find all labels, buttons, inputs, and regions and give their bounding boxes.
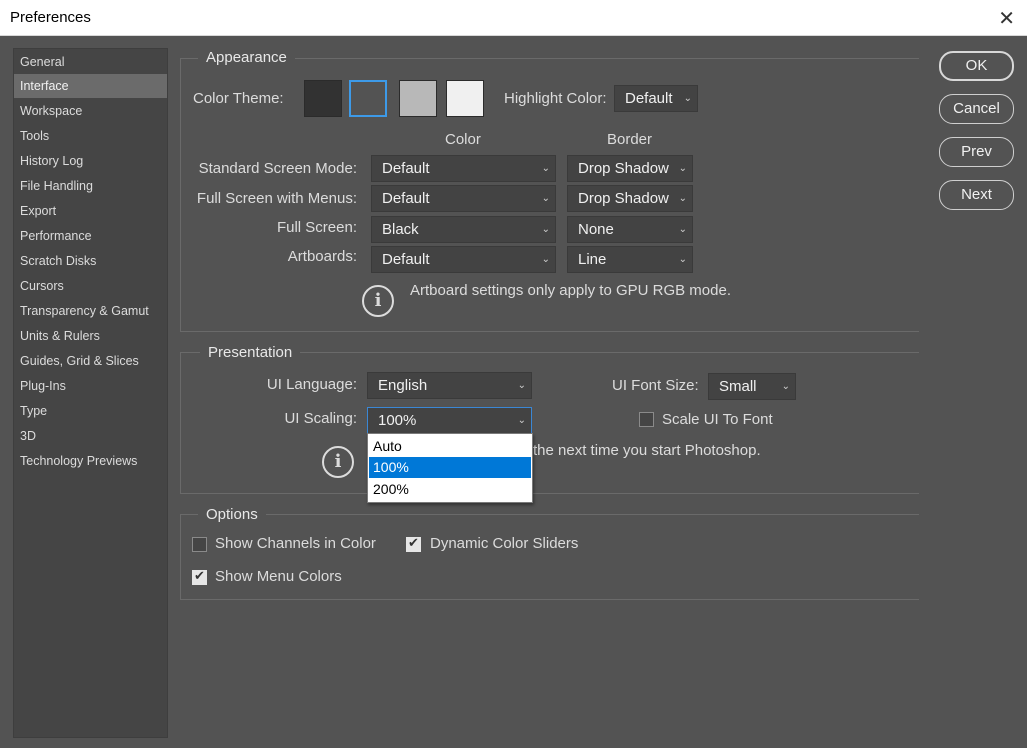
full-screen-menus-color-select[interactable]: Default ⌄ [371,185,556,212]
sidebar-item-export[interactable]: Export [14,199,167,223]
sidebar-item-plug-ins[interactable]: Plug-Ins [14,374,167,398]
scale-ui-to-font-label: Scale UI To Font [662,411,773,428]
sidebar-item-transparency-gamut[interactable]: Transparency & Gamut [14,299,167,323]
close-icon[interactable]: ✕ [998,6,1015,30]
artboards-border-value: Line [578,251,607,268]
standard-screen-color-select[interactable]: Default ⌄ [371,155,556,182]
sidebar-item-technology-previews[interactable]: Technology Previews [14,449,167,473]
ui-language-label: UI Language: [266,376,357,393]
theme-swatch-dark[interactable] [349,80,387,117]
chevron-down-icon: ⌄ [541,254,550,265]
sidebar-item-performance[interactable]: Performance [14,224,167,248]
ui-font-size-select[interactable]: Small ⌄ [708,373,796,400]
border-column-header: Border [607,131,653,148]
ui-scaling-label: UI Scaling: [284,410,357,427]
chevron-down-icon: ⌄ [541,193,550,204]
sidebar-item-guides-grid-slices[interactable]: Guides, Grid & Slices [14,349,167,373]
appearance-title: Appearance [198,49,295,66]
artboards-color-select[interactable]: Default ⌄ [371,246,556,273]
ui-font-size-label: UI Font Size: [612,377,699,394]
ui-scaling-select[interactable]: 100% ⌄ [367,407,532,434]
full-screen-menus-border-value: Drop Shadow [578,190,669,207]
chevron-down-icon: ⌄ [541,224,550,235]
theme-swatch-medium[interactable] [399,80,437,117]
artboard-info-text: Artboard settings only apply to GPU RGB … [410,282,731,299]
theme-swatch-darkest[interactable] [304,80,342,117]
chevron-down-icon: ⌄ [517,380,526,391]
presentation-info-text: the next time you start Photoshop. [533,442,761,459]
chevron-down-icon: ⌄ [683,93,692,104]
chevron-down-icon: ⌄ [678,193,687,204]
ui-scaling-value: 100% [378,412,417,429]
full-screen-color-select[interactable]: Black ⌄ [371,216,556,243]
ui-language-value: English [378,377,428,394]
sidebar-item-interface[interactable]: Interface [14,74,167,98]
full-screen-border-select[interactable]: None ⌄ [567,216,693,243]
chevron-down-icon: ⌄ [781,381,790,392]
artboards-label: Artboards: [287,248,357,265]
ui-font-size-value: Small [719,378,757,395]
show-menu-colors-checkbox[interactable] [192,569,207,585]
chevron-down-icon: ⌄ [678,224,687,235]
ui-scaling-option-100[interactable]: 100% [369,457,531,478]
options-title: Options [198,506,266,523]
sidebar-item-scratch-disks[interactable]: Scratch Disks [14,249,167,273]
full-screen-menus-border-select[interactable]: Drop Shadow ⌄ [567,185,693,212]
full-screen-menus-color-value: Default [382,190,430,207]
highlight-color-label: Highlight Color: [504,90,607,107]
sidebar-item-3d[interactable]: 3D [14,424,167,448]
ui-scaling-option-auto[interactable]: Auto [369,436,531,457]
chevron-down-icon: ⌄ [678,163,687,174]
chevron-down-icon: ⌄ [541,163,550,174]
dynamic-sliders-label: Dynamic Color Sliders [430,535,579,552]
ui-language-select[interactable]: English ⌄ [367,372,532,399]
sidebar-item-tools[interactable]: Tools [14,124,167,148]
full-screen-color-value: Black [382,221,419,238]
full-screen-label: Full Screen: [276,219,357,236]
title-bar: Preferences ✕ [0,0,1027,36]
options-group [180,514,919,600]
full-screen-menus-label: Full Screen with Menus: [196,190,357,207]
standard-screen-color-value: Default [382,160,430,177]
full-screen-border-value: None [578,221,614,238]
sidebar-item-file-handling[interactable]: File Handling [14,174,167,198]
window-title: Preferences [10,9,91,26]
cancel-button[interactable]: Cancel [939,94,1014,124]
sidebar: General Interface Workspace Tools Histor… [13,48,168,738]
sidebar-item-type[interactable]: Type [14,399,167,423]
show-channels-checkbox[interactable] [192,537,207,552]
sidebar-item-cursors[interactable]: Cursors [14,274,167,298]
sidebar-item-workspace[interactable]: Workspace [14,99,167,123]
info-icon: i [362,285,394,317]
theme-swatch-light[interactable] [446,80,484,117]
prev-button[interactable]: Prev [939,137,1014,167]
dynamic-sliders-checkbox[interactable] [406,536,421,552]
sidebar-item-history-log[interactable]: History Log [14,149,167,173]
ok-button[interactable]: OK [939,51,1014,81]
highlight-color-select[interactable]: Default ⌄ [614,85,698,112]
ui-scaling-option-200[interactable]: 200% [369,479,531,500]
sidebar-item-general[interactable]: General [14,50,167,74]
sidebar-item-units-rulers[interactable]: Units & Rulers [14,324,167,348]
next-button[interactable]: Next [939,180,1014,210]
presentation-title: Presentation [200,344,301,361]
color-column-header: Color [445,131,481,148]
show-menu-colors-label: Show Menu Colors [215,568,342,585]
highlight-color-value: Default [625,90,673,107]
artboards-border-select[interactable]: Line ⌄ [567,246,693,273]
chevron-down-icon: ⌄ [678,254,687,265]
artboards-color-value: Default [382,251,430,268]
ui-scaling-dropdown: Auto 100% 200% [367,433,533,503]
scale-ui-to-font-checkbox[interactable] [639,412,654,427]
standard-screen-border-select[interactable]: Drop Shadow ⌄ [567,155,693,182]
show-channels-label: Show Channels in Color [215,535,376,552]
standard-screen-mode-label: Standard Screen Mode: [198,160,357,177]
standard-screen-border-value: Drop Shadow [578,160,669,177]
color-theme-label: Color Theme: [193,90,284,107]
info-icon: i [322,446,354,478]
chevron-down-icon: ⌄ [517,415,526,426]
